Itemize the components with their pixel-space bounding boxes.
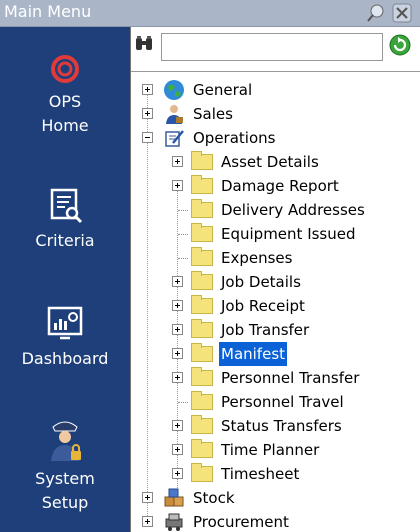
criteria-icon [50, 188, 83, 224]
tree-node-label: General [193, 81, 253, 99]
folder-icon [191, 199, 213, 218]
tree-node-label: Stock [193, 489, 235, 507]
expand-icon[interactable] [172, 420, 183, 431]
sidebar-item-dashboard[interactable]: Dashboard [0, 305, 130, 371]
stock-boxes-icon [164, 488, 184, 507]
tree-node-label: Personnel Travel [221, 393, 344, 411]
tree-node-label: Equipment Issued [221, 225, 356, 243]
tree-node-procurement[interactable]: Procurement [131, 510, 420, 532]
folder-icon [191, 367, 213, 386]
sidebar-item-label: Dashboard [21, 349, 109, 368]
window-title: Main Menu [4, 2, 92, 21]
tree-node-expenses[interactable]: Expenses [131, 246, 420, 270]
expand-icon[interactable] [172, 372, 183, 383]
salesperson-icon [166, 105, 183, 124]
pin-icon[interactable] [366, 3, 386, 23]
expand-icon[interactable] [172, 276, 183, 287]
tree-node-label: Job Transfer [221, 321, 310, 339]
close-icon[interactable] [392, 3, 412, 23]
collapse-icon[interactable] [142, 132, 153, 143]
globe-icon [164, 80, 184, 100]
folder-icon [191, 415, 213, 434]
sidebar-item-label: Home [41, 116, 89, 135]
folder-icon [191, 151, 213, 170]
tree-panel: General Sales Operations Asset Details D… [130, 27, 420, 532]
folder-icon [191, 343, 213, 362]
tree-node-timesheet[interactable]: Timesheet [131, 462, 420, 486]
sidebar: OPS Home Criteria Dashboard System Setup [0, 27, 130, 532]
tree-node-label: Personnel Transfer [221, 369, 360, 387]
tree-node-label: Expenses [221, 249, 293, 267]
tree-node-damage-report[interactable]: Damage Report [131, 174, 420, 198]
sidebar-item-ops-home[interactable]: OPS Home [0, 52, 130, 138]
folder-icon [191, 223, 213, 242]
main-menu-window: Main Menu OPS Home Criteria Dashboard Sy… [0, 0, 420, 532]
tree-node-label: Delivery Addresses [221, 201, 365, 219]
folder-icon [191, 391, 213, 410]
expand-icon[interactable] [142, 492, 153, 503]
sidebar-item-system-setup[interactable]: System Setup [0, 417, 130, 515]
tree-node-status-transfers[interactable]: Status Transfers [131, 414, 420, 438]
tree-node-general[interactable]: General [131, 78, 420, 102]
sidebar-item-label: OPS [48, 92, 82, 111]
tree-node-label: Sales [193, 105, 233, 123]
folder-icon [191, 175, 213, 194]
folder-icon [191, 319, 213, 338]
tree-node-label: Operations [193, 129, 276, 147]
tree-node-label: Manifest [217, 341, 289, 367]
tree-node-sales[interactable]: Sales [131, 102, 420, 126]
folder-icon [191, 463, 213, 482]
system-setup-icon [51, 421, 81, 461]
tree-node-label: Timesheet [221, 465, 300, 483]
tree-node-label: Damage Report [221, 177, 339, 195]
sidebar-item-criteria[interactable]: Criteria [0, 187, 130, 253]
operations-icon [165, 130, 184, 147]
expand-icon[interactable] [142, 108, 153, 119]
procurement-icon [165, 513, 183, 531]
expand-icon[interactable] [142, 84, 153, 95]
sidebar-item-label: Setup [41, 493, 89, 512]
folder-icon [191, 271, 213, 290]
tree-node-label: Time Planner [221, 441, 320, 459]
tree-node-time-planner[interactable]: Time Planner [131, 438, 420, 462]
ops-logo-icon [51, 55, 79, 83]
title-bar[interactable]: Main Menu [0, 0, 420, 27]
sidebar-item-label: System [35, 469, 95, 488]
search-bar [131, 27, 420, 71]
expand-icon[interactable] [172, 444, 183, 455]
refresh-icon[interactable] [389, 34, 411, 56]
tree-node-job-transfer[interactable]: Job Transfer [131, 318, 420, 342]
folder-icon [191, 247, 213, 266]
tree-node-personnel-travel[interactable]: Personnel Travel [131, 390, 420, 414]
tree-node-job-receipt[interactable]: Job Receipt [131, 294, 420, 318]
folder-icon [191, 295, 213, 314]
tree-node-personnel-transfer[interactable]: Personnel Transfer [131, 366, 420, 390]
tree-node-label: Job Receipt [221, 297, 305, 315]
search-input[interactable] [161, 33, 383, 61]
menu-tree: General Sales Operations Asset Details D… [131, 71, 420, 532]
expand-icon[interactable] [172, 348, 183, 359]
tree-node-stock[interactable]: Stock [131, 486, 420, 510]
expand-icon[interactable] [172, 324, 183, 335]
tree-node-delivery-addresses[interactable]: Delivery Addresses [131, 198, 420, 222]
tree-node-manifest[interactable]: Manifest [131, 341, 420, 367]
folder-icon [191, 439, 213, 458]
expand-icon[interactable] [172, 300, 183, 311]
tree-node-job-details[interactable]: Job Details [131, 270, 420, 294]
sidebar-item-label: Criteria [35, 231, 95, 250]
binoculars-icon [136, 36, 152, 50]
expand-icon[interactable] [172, 468, 183, 479]
tree-node-equipment-issued[interactable]: Equipment Issued [131, 222, 420, 246]
tree-node-label: Status Transfers [221, 417, 342, 435]
expand-icon[interactable] [142, 516, 153, 527]
tree-node-label: Job Details [221, 273, 301, 291]
tree-node-label: Procurement [193, 513, 289, 531]
tree-node-operations[interactable]: Operations [131, 126, 420, 150]
tree-node-asset-details[interactable]: Asset Details [131, 150, 420, 174]
dashboard-icon [47, 306, 83, 340]
tree-node-label: Asset Details [221, 153, 319, 171]
expand-icon[interactable] [172, 180, 183, 191]
expand-icon[interactable] [172, 156, 183, 167]
